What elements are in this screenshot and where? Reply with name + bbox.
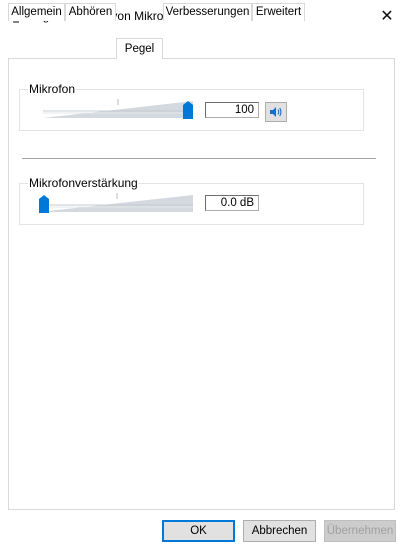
separator-line bbox=[22, 158, 376, 159]
tab-pegel[interactable]: Pegel bbox=[116, 38, 163, 59]
ok-button[interactable]: OK bbox=[162, 520, 235, 542]
microphone-slider-thumb[interactable] bbox=[183, 101, 193, 119]
microphone-group-label: Mikrofon bbox=[28, 82, 77, 96]
close-button[interactable]: ✕ bbox=[370, 0, 404, 31]
boost-slider-thumb[interactable] bbox=[39, 195, 49, 213]
cancel-button[interactable]: Abbrechen bbox=[243, 520, 316, 542]
tab-label: Abhören bbox=[68, 6, 113, 18]
microphone-level-slider[interactable] bbox=[43, 99, 193, 119]
tab-label: Allgemein bbox=[11, 6, 62, 18]
boost-level-slider[interactable] bbox=[39, 193, 193, 213]
tab-label: Verbesserungen bbox=[165, 6, 250, 18]
microphone-mute-button[interactable] bbox=[265, 102, 287, 122]
microphone-level-value[interactable]: 100 bbox=[205, 102, 259, 118]
boost-group-label: Mikrofonverstärkung bbox=[28, 176, 139, 190]
tab-verbesserungen[interactable]: Verbesserungen bbox=[163, 3, 252, 21]
apply-button[interactable]: Übernehmen bbox=[324, 520, 396, 542]
close-icon: ✕ bbox=[380, 7, 394, 25]
speaker-volume-icon bbox=[270, 107, 282, 117]
boost-level-value[interactable]: 0.0 dB bbox=[205, 195, 259, 211]
tab-allgemein[interactable]: Allgemein bbox=[8, 3, 65, 21]
tab-erweitert[interactable]: Erweitert bbox=[252, 3, 305, 21]
slider-track bbox=[39, 193, 193, 212]
tab-abhoeren[interactable]: Abhören bbox=[65, 3, 116, 21]
tab-label: Erweitert bbox=[255, 6, 302, 18]
tab-label: Pegel bbox=[124, 43, 155, 55]
slider-track bbox=[43, 99, 193, 118]
